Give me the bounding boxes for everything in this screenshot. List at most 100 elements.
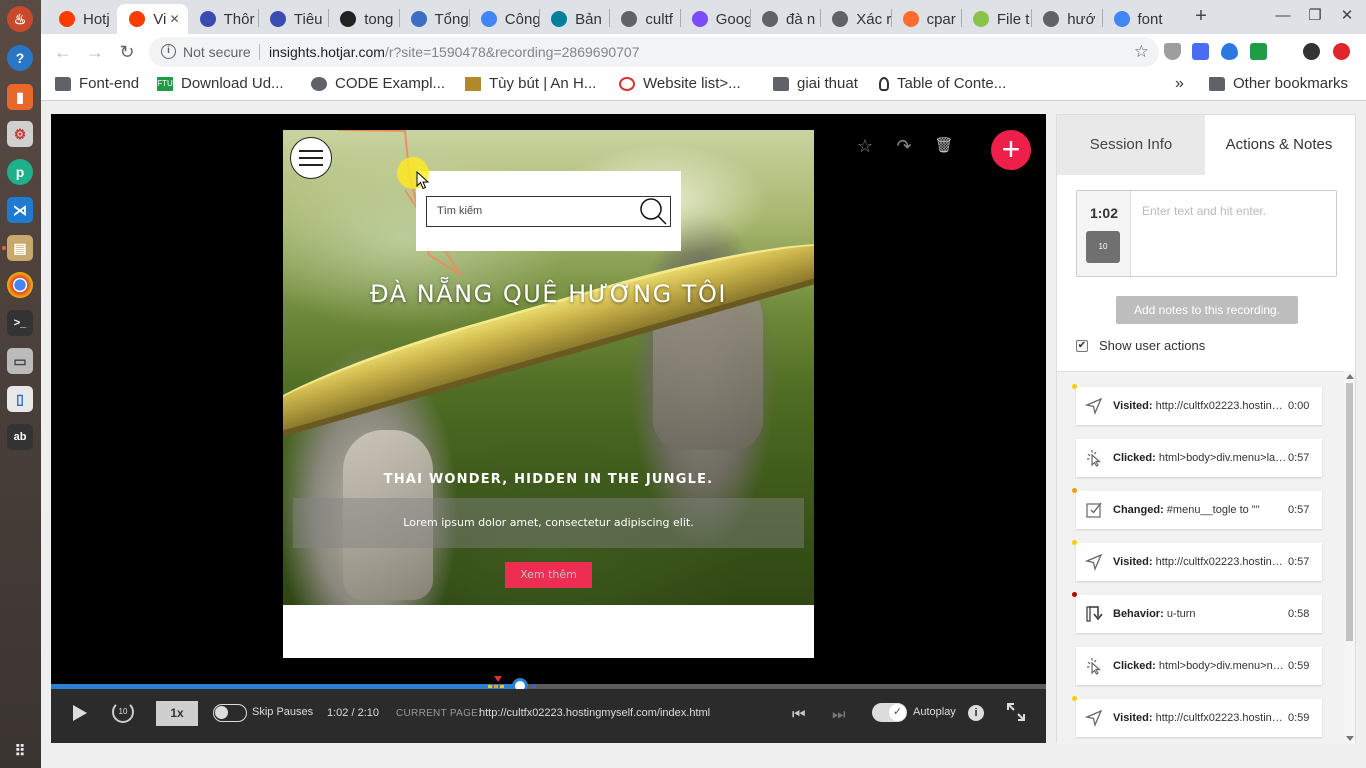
update-icon[interactable] <box>1333 43 1350 60</box>
bookmark-font-end[interactable]: Font-end <box>55 75 139 92</box>
tab-actions-notes[interactable]: Actions & Notes <box>1205 115 1353 175</box>
search-icon[interactable] <box>638 197 668 225</box>
tab-5[interactable]: Tổng <box>399 4 469 34</box>
navigate-icon <box>1085 397 1103 415</box>
favicon-icon <box>691 11 708 27</box>
office-dock-icon[interactable]: ▮ <box>7 84 33 110</box>
tab-0[interactable]: Hotj <box>47 4 117 34</box>
vscode-dock-icon[interactable]: ⋊ <box>7 197 33 223</box>
minimize-icon[interactable]: — <box>1273 6 1293 26</box>
bookmark-tuy-but[interactable]: Tùy bút | An H... <box>465 75 596 92</box>
action-item[interactable]: Visited: http://cultfx02223.hostingm... 0… <box>1072 696 1322 737</box>
url-host: insights.hotjar.com <box>269 44 385 60</box>
sheet-extension-icon[interactable] <box>1250 43 1267 60</box>
current-page-url[interactable]: http://cultfx02223.hostingmyself.com/ind… <box>479 707 710 719</box>
play-icon[interactable] <box>73 705 87 721</box>
url-text[interactable]: insights.hotjar.com/r?site=1590478&recor… <box>269 44 640 60</box>
tab-9[interactable]: Goog <box>680 4 750 34</box>
action-item[interactable]: Behavior: u-turn 0:58 <box>1072 592 1322 633</box>
tab-3[interactable]: Tiêu <box>258 4 328 34</box>
favorite-star-icon[interactable]: ☆ <box>853 134 877 158</box>
next-page-icon[interactable]: ⏭ <box>832 706 846 723</box>
note-time-label: 1:02 <box>1089 205 1119 221</box>
maximize-icon[interactable]: ❐ <box>1305 6 1325 26</box>
dict-dock-icon[interactable]: ab <box>7 424 33 450</box>
tab-15[interactable]: font <box>1102 4 1172 34</box>
profile-avatar[interactable] <box>1303 43 1320 60</box>
tab-1[interactable]: Vi ✕ <box>117 4 188 34</box>
back-arrow-icon[interactable]: ← <box>53 42 73 62</box>
bookmark-code-example[interactable]: CODE Exampl... <box>311 75 445 92</box>
scroll-down-icon[interactable] <box>1346 736 1354 741</box>
bookmark-label: Download Ud... <box>181 75 284 92</box>
favicon-icon <box>1043 11 1060 27</box>
address-bar[interactable]: i Not secure insights.hotjar.com/r?site=… <box>149 37 1159 67</box>
action-item[interactable]: Clicked: html>body>div.menu>nav... 0:59 <box>1076 647 1322 685</box>
tab-2[interactable]: Thôr <box>188 4 258 34</box>
add-note-plus-icon[interactable]: + <box>991 130 1031 170</box>
hamburger-menu-icon[interactable] <box>290 137 332 179</box>
close-window-icon[interactable]: ✕ <box>1337 6 1357 26</box>
shield-extension-icon[interactable] <box>1164 43 1181 60</box>
u-turn-marker <box>494 676 503 682</box>
info-icon[interactable]: i <box>161 44 176 59</box>
tab-13[interactable]: File t <box>961 4 1031 34</box>
tab-4[interactable]: tong <box>328 4 398 34</box>
rewind-10-icon[interactable]: 10 <box>1086 231 1120 263</box>
more-bookmarks-chevron-icon[interactable]: » <box>1175 75 1184 93</box>
action-item[interactable]: Changed: #menu__togle to "" 0:57 <box>1072 488 1322 529</box>
skip-pauses-toggle[interactable] <box>213 704 247 722</box>
tab-10[interactable]: đà n <box>750 4 820 34</box>
hotjar-dock-icon[interactable]: ♨ <box>7 6 33 32</box>
fullscreen-icon[interactable] <box>1007 703 1025 721</box>
trash-icon[interactable]: 🗑 <box>932 134 956 158</box>
action-item[interactable]: Visited: http://cultfx02223.hostingm... 0… <box>1072 540 1322 581</box>
reload-icon[interactable]: ↻ <box>117 42 137 62</box>
scroll-up-icon[interactable] <box>1346 374 1354 379</box>
scroll-thumb[interactable] <box>1346 383 1353 641</box>
share-icon[interactable]: ↷ <box>892 134 916 158</box>
show-actions-label: Show user actions <box>1099 338 1206 353</box>
tab-7[interactable]: Bản <box>539 4 609 34</box>
checkbox-icon[interactable]: ✔ <box>1076 339 1088 352</box>
info-icon[interactable]: i <box>968 705 984 721</box>
bookmark-giai-thuat[interactable]: giai thuat <box>773 75 858 92</box>
phpstorm-dock-icon[interactable]: p <box>7 159 33 185</box>
actions-scrollbar[interactable] <box>1344 371 1355 744</box>
drop-extension-icon[interactable] <box>1221 43 1238 60</box>
bookmark-website-list[interactable]: Website list>... <box>619 75 741 92</box>
chrome-dock-icon[interactable] <box>7 272 33 298</box>
writer-dock-icon[interactable]: ▯ <box>7 386 33 412</box>
scanner-dock-icon[interactable]: ▭ <box>7 348 33 374</box>
forward-arrow-icon[interactable]: → <box>85 42 105 62</box>
autoplay-toggle[interactable] <box>872 703 907 722</box>
close-tab-icon[interactable]: ✕ <box>170 12 180 26</box>
tab-8[interactable]: cultf <box>609 4 679 34</box>
tab-session-info[interactable]: Session Info <box>1057 115 1205 175</box>
new-tab-icon[interactable]: + <box>1191 6 1211 26</box>
tab-12[interactable]: cpar <box>891 4 961 34</box>
previous-page-icon[interactable]: ⏮ <box>792 706 806 723</box>
bookmark-download[interactable]: FTU Download Ud... <box>157 75 284 92</box>
files-dock-icon[interactable]: ▤ <box>7 235 33 261</box>
tab-6[interactable]: Công <box>469 4 539 34</box>
action-item[interactable]: Clicked: html>body>div.menu>label... 0:57 <box>1076 439 1322 477</box>
settings-dock-icon[interactable]: ⚙ <box>7 121 33 147</box>
tab-11[interactable]: Xác r <box>820 4 891 34</box>
help-dock-icon[interactable]: ? <box>7 45 33 71</box>
search-input[interactable] <box>427 197 637 225</box>
browser-toolbar: ← → ↻ i Not secure insights.hotjar.com/r… <box>41 34 1366 69</box>
playback-speed-button[interactable]: 1x <box>156 701 198 726</box>
bookmark-star-icon[interactable]: ☆ <box>1134 42 1149 62</box>
bookmark-table-of-contents[interactable]: Table of Conte... <box>879 75 1006 92</box>
translate-extension-icon[interactable] <box>1192 43 1209 60</box>
grid-icon[interactable]: ⠿ <box>7 738 33 764</box>
tab-14[interactable]: hướ <box>1031 4 1101 34</box>
add-notes-button[interactable]: Add notes to this recording. <box>1116 296 1298 324</box>
show-user-actions-checkbox[interactable]: ✔ Show user actions <box>1076 338 1205 353</box>
note-input[interactable] <box>1132 191 1336 276</box>
terminal-dock-icon[interactable]: >_ <box>7 310 33 336</box>
action-item[interactable]: Visited: http://cultfx02223.hostingm... 0… <box>1072 384 1322 425</box>
other-bookmarks[interactable]: Other bookmarks <box>1209 75 1348 92</box>
rewind-10-icon[interactable]: 10 <box>112 701 134 723</box>
